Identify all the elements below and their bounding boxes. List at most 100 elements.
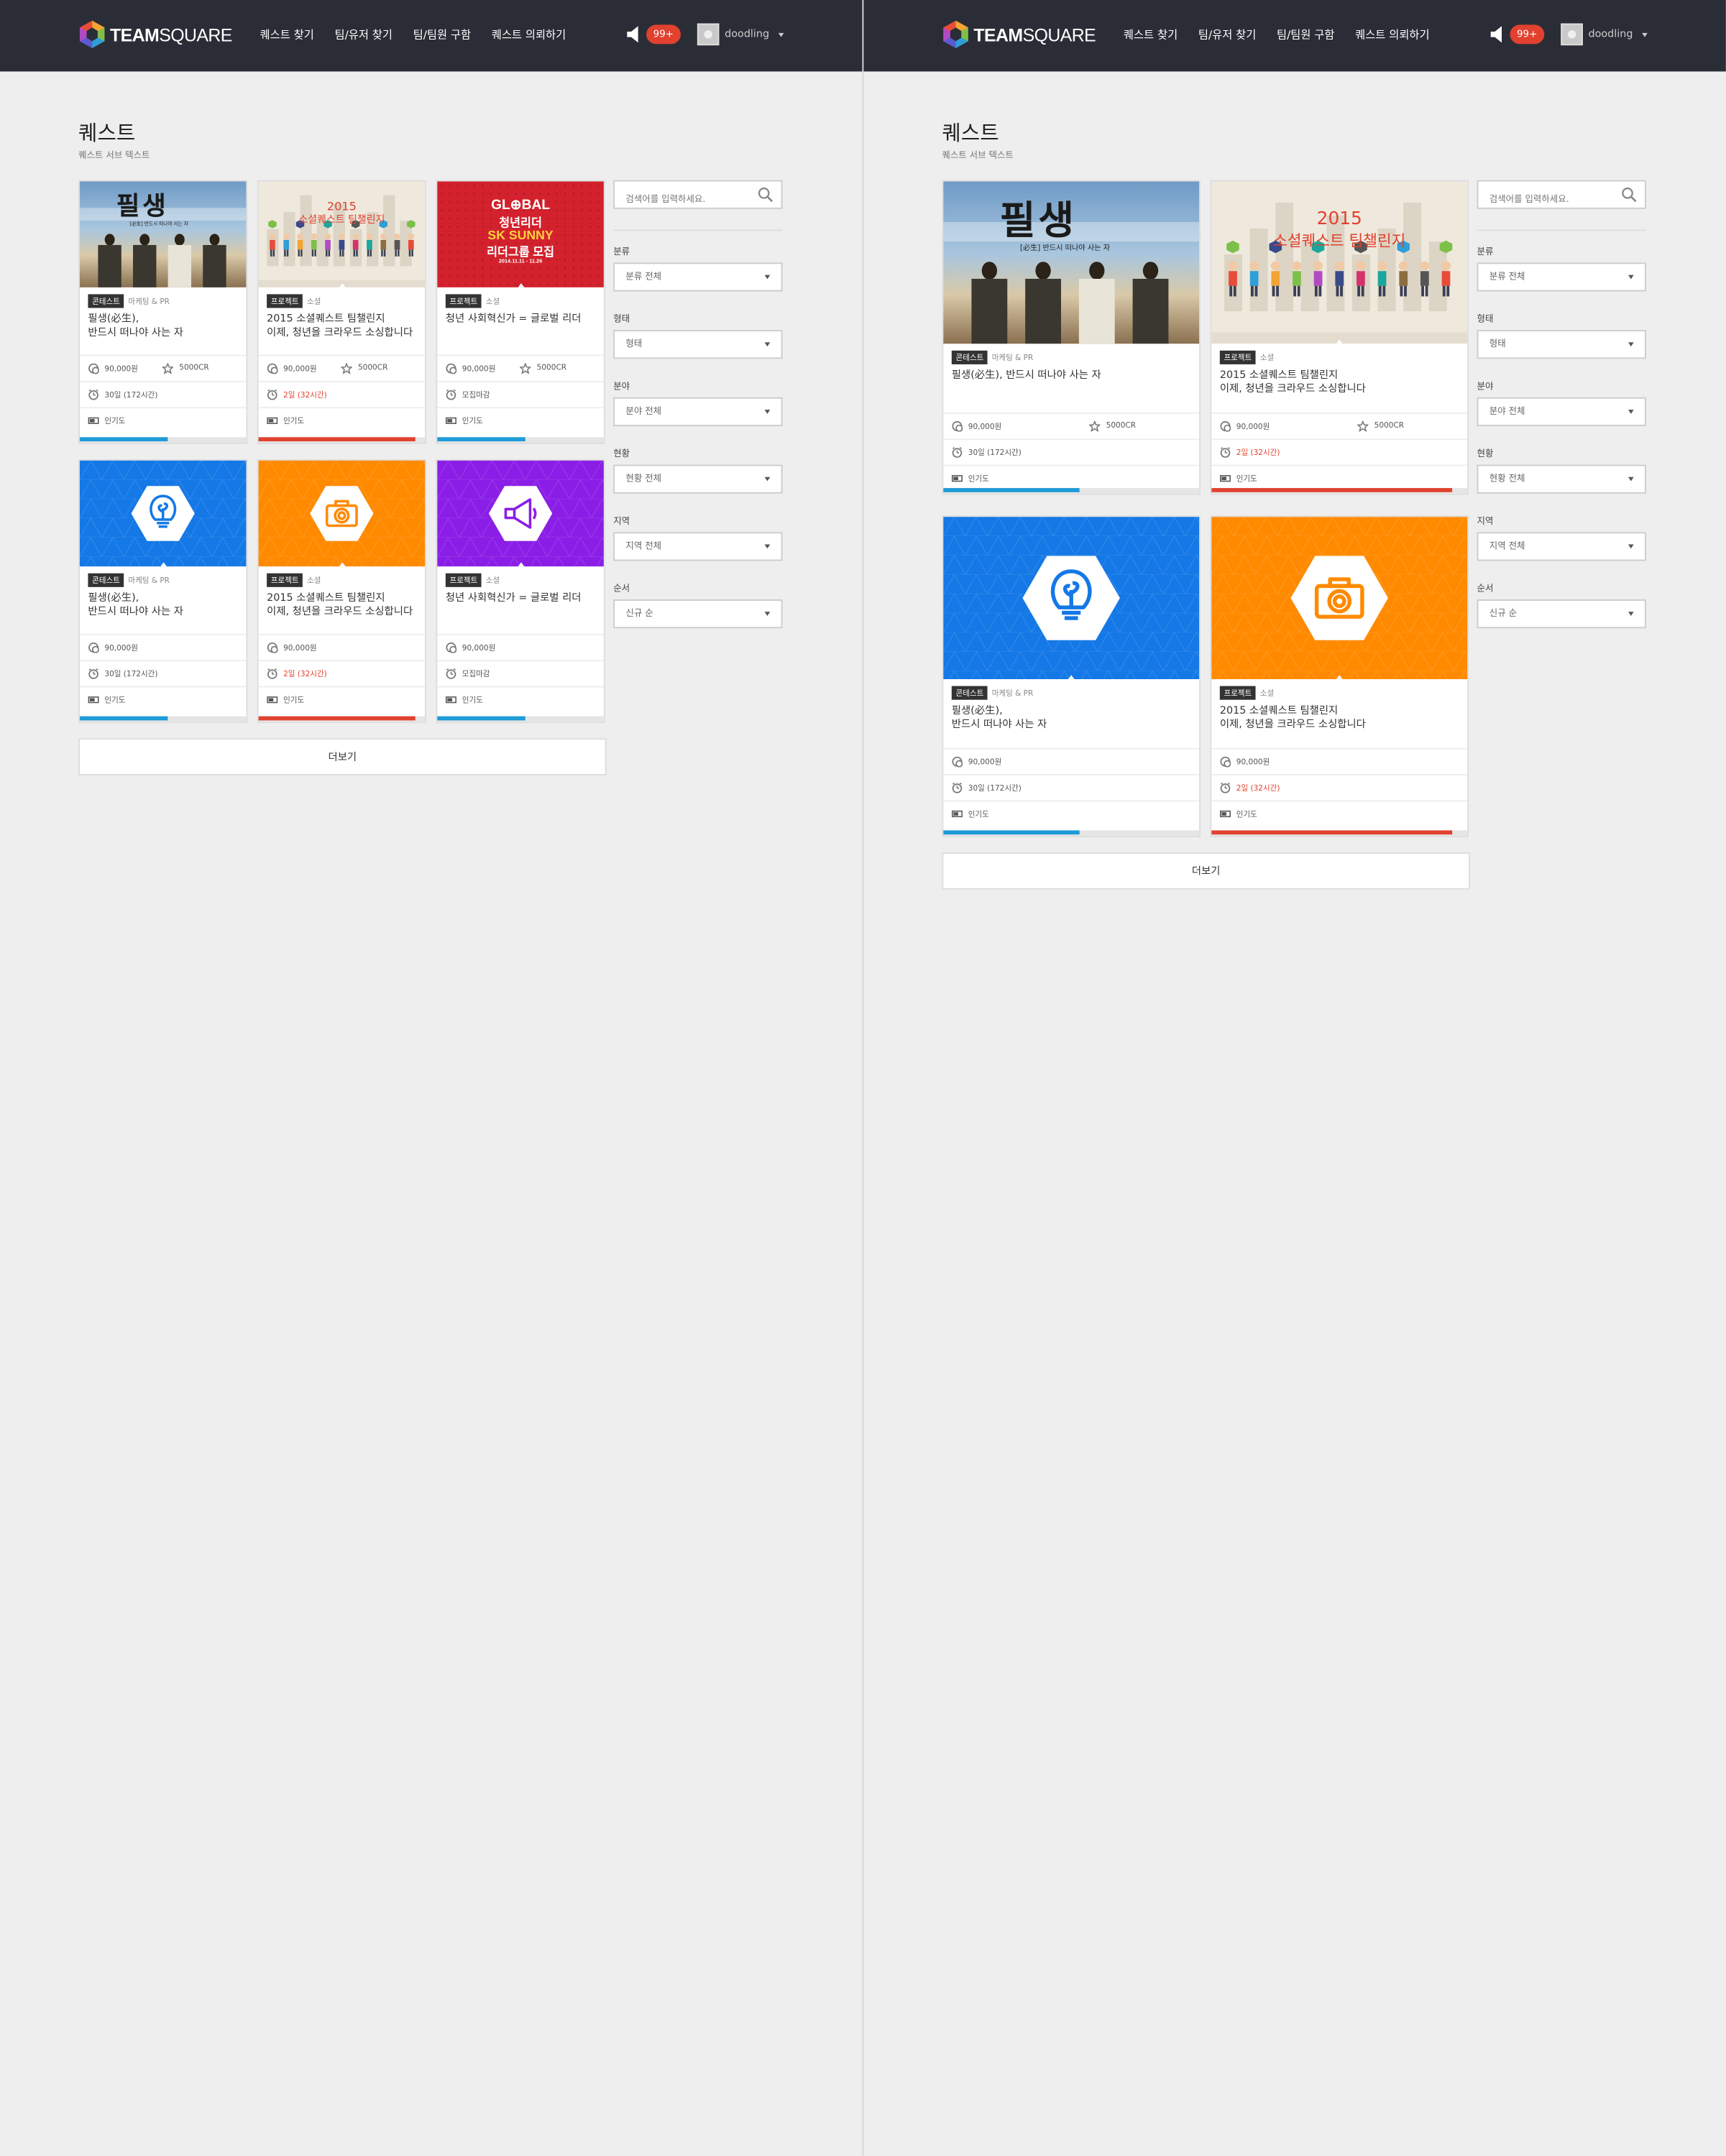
popularity-bar-fill <box>1211 830 1452 835</box>
poster-year: 2015 <box>1316 208 1362 230</box>
quest-type-badge: 콘테스트 <box>951 350 988 364</box>
search-icon[interactable] <box>1621 187 1637 203</box>
quest-reward-row: 90,000원 5000CR <box>1211 412 1468 438</box>
filter-select-1[interactable]: 형태 <box>1477 330 1646 359</box>
filter-select-0[interactable]: 분류 전체 <box>1477 262 1646 292</box>
quest-deadline-row: 30일 (172시간) <box>943 774 1200 800</box>
camera-icon <box>1290 556 1388 640</box>
select-caret-icon <box>1628 476 1634 482</box>
logo-text-bold: TEAM <box>973 24 1023 45</box>
filter-select-5[interactable]: 신규 순 <box>1477 599 1646 629</box>
quest-card[interactable]: 콘테스트 마케팅 & PR 필생(必生), 반드시 떠나야 사는 자 90,000원 3… <box>942 515 1201 838</box>
quest-card-body: 프로젝트 소셜 2015 소셜퀘스트 팀챌린지 이제, 청년을 크라우드 소싱합니다 <box>1211 344 1467 396</box>
quest-credit: 5000CR <box>1374 422 1405 430</box>
quest-type-badge: 프로젝트 <box>1219 350 1257 364</box>
nav-item-0[interactable]: 퀘스트 찾기 <box>1124 27 1178 42</box>
quest-thumbnail[interactable] <box>943 517 1200 680</box>
quest-thumbnail[interactable] <box>1211 517 1468 680</box>
quest-tags: 프로젝트 소셜 <box>1219 686 1467 700</box>
star-icon <box>1357 420 1369 432</box>
quest-card-body: 콘테스트 마케팅 & PR 필생(必生), 반드시 떠나야 사는 자 <box>943 344 1199 396</box>
filter-select-4[interactable]: 지역 전체 <box>1477 532 1646 561</box>
filter-label-1: 형태 <box>1477 313 1494 325</box>
quest-card[interactable]: 프로젝트 소셜 2015 소셜퀘스트 팀챌린지 이제, 청년을 크라우드 소싱합니다… <box>1210 515 1469 838</box>
page-panel-wide: TEAMSQUARE 퀘스트 찾기 팀/유저 찾기 팀/팀원 구함 퀘스트 의뢰하기 99… <box>0 0 1726 2156</box>
quest-card[interactable]: 2015 소셜퀘스트 팀챌린지 프로젝트 소셜 2015 소셜퀘스트 팀챌린지 이제, … <box>1210 180 1469 495</box>
quest-popularity-row: 인기도 <box>943 800 1200 826</box>
quest-credit: 5000CR <box>1106 422 1137 430</box>
popularity-bar <box>1211 488 1468 494</box>
nav-item-2[interactable]: 팀/팀원 구함 <box>1277 27 1334 42</box>
quest-deadline: 2일 (32시간) <box>1236 785 1280 793</box>
quest-thumbnail[interactable]: 필생 [必生] 반드시 떠나야 사는 자 <box>943 181 1200 344</box>
search-input[interactable] <box>1478 186 1616 213</box>
filter-label-2: 분야 <box>1477 380 1494 392</box>
filter-select-3[interactable]: 현황 전체 <box>1477 464 1646 494</box>
popularity-bar-fill <box>943 830 1079 835</box>
quest-category: 소셜 <box>1259 690 1275 699</box>
quest-card[interactable]: 필생 [必生] 반드시 떠나야 사는 자 콘테스트 마케팅 & PR 필생(必生), 반… <box>942 180 1201 495</box>
username[interactable]: doodling <box>1589 27 1633 40</box>
filter-sidebar: 분류분류 전체형태형태분야분야 전체현황현황 전체지역지역 전체순서신규 순 <box>1477 180 1646 648</box>
avatar-placeholder-icon <box>1567 30 1576 39</box>
filter-select-value: 지역 전체 <box>1489 540 1525 552</box>
coin-icon <box>952 756 963 768</box>
quest-popularity: 인기도 <box>968 811 989 820</box>
quest-popularity-row: 인기도 <box>1211 800 1468 826</box>
avatar[interactable] <box>1561 23 1583 46</box>
more-button[interactable]: 더보기 <box>942 852 1470 890</box>
quest-title[interactable]: 필생(必生), 반드시 떠나야 사는 자 <box>952 369 1191 396</box>
filter-label-0: 분류 <box>1477 246 1494 257</box>
select-caret-icon <box>1628 612 1634 617</box>
notification-badge[interactable]: 99+ <box>1510 24 1544 45</box>
search-box <box>1477 180 1646 213</box>
quest-reward-row: 90,000원 <box>943 747 1200 774</box>
quest-deadline: 30일 (172시간) <box>968 785 1022 793</box>
quest-popularity-row: 인기도 <box>943 464 1200 491</box>
sidebar-divider <box>1477 229 1646 231</box>
quest-type-badge: 콘테스트 <box>951 686 988 700</box>
quest-deadline-row: 2일 (32시간) <box>1211 774 1468 800</box>
main-nav: 퀘스트 찾기 팀/유저 찾기 팀/팀원 구함 퀘스트 의뢰하기 <box>1124 27 1430 42</box>
quest-title[interactable]: 필생(必生), 반드시 떠나야 사는 자 <box>952 704 1191 731</box>
coin-icon <box>1220 421 1231 432</box>
battery-icon <box>951 810 963 818</box>
select-caret-icon <box>1628 275 1634 280</box>
quest-category: 마케팅 & PR <box>991 690 1034 699</box>
quest-popularity: 인기도 <box>1236 475 1257 484</box>
logo-text: TEAMSQUARE <box>973 24 1096 45</box>
quest-title[interactable]: 2015 소셜퀘스트 팀챌린지 이제, 청년을 크라우드 소싱합니다 <box>1220 704 1459 731</box>
poster-team-art <box>1211 202 1468 344</box>
battery-icon <box>1220 810 1231 818</box>
quest-title[interactable]: 2015 소셜퀘스트 팀챌린지 이제, 청년을 크라우드 소싱합니다 <box>1220 369 1459 396</box>
select-caret-icon <box>1628 410 1634 414</box>
quest-deadline: 30일 (172시간) <box>968 449 1022 459</box>
quest-reward: 90,000원 <box>1236 423 1270 432</box>
select-caret-icon <box>1628 544 1634 549</box>
quest-thumbnail[interactable]: 2015 소셜퀘스트 팀챌린지 <box>1211 181 1468 344</box>
coin-icon <box>1220 756 1231 768</box>
alarm-clock-icon <box>952 782 963 793</box>
page-title: 퀘스트 <box>942 121 999 146</box>
quest-card-body: 프로젝트 소셜 2015 소셜퀘스트 팀챌린지 이제, 청년을 크라우드 소싱합니다 <box>1211 679 1467 732</box>
nav-item-3[interactable]: 퀘스트 의뢰하기 <box>1355 27 1429 42</box>
filter-select-value: 분류 전체 <box>1489 270 1525 282</box>
lightbulb-icon <box>1022 556 1120 640</box>
nav-item-1[interactable]: 팀/유저 찾기 <box>1198 27 1256 42</box>
quest-type-badge: 프로젝트 <box>1219 686 1257 700</box>
filter-label-3: 현황 <box>1477 448 1494 459</box>
quest-popularity-row: 인기도 <box>1211 464 1468 491</box>
speaker-icon[interactable] <box>1489 24 1506 44</box>
poster-title: 필생 <box>999 196 1077 244</box>
chevron-down-icon[interactable] <box>1642 32 1648 37</box>
alarm-clock-icon <box>952 447 963 458</box>
quest-popularity: 인기도 <box>1236 811 1257 820</box>
quest-reward-row: 90,000원 <box>1211 747 1468 774</box>
filter-select-2[interactable]: 분야 전체 <box>1477 397 1646 427</box>
logo[interactable]: TEAMSQUARE <box>942 19 1096 50</box>
quest-popularity: 인기도 <box>968 475 989 484</box>
filter-select-value: 신규 순 <box>1489 607 1518 619</box>
battery-icon <box>1220 475 1231 482</box>
popularity-bar-fill <box>943 488 1079 492</box>
logo-mark-icon <box>943 20 968 48</box>
